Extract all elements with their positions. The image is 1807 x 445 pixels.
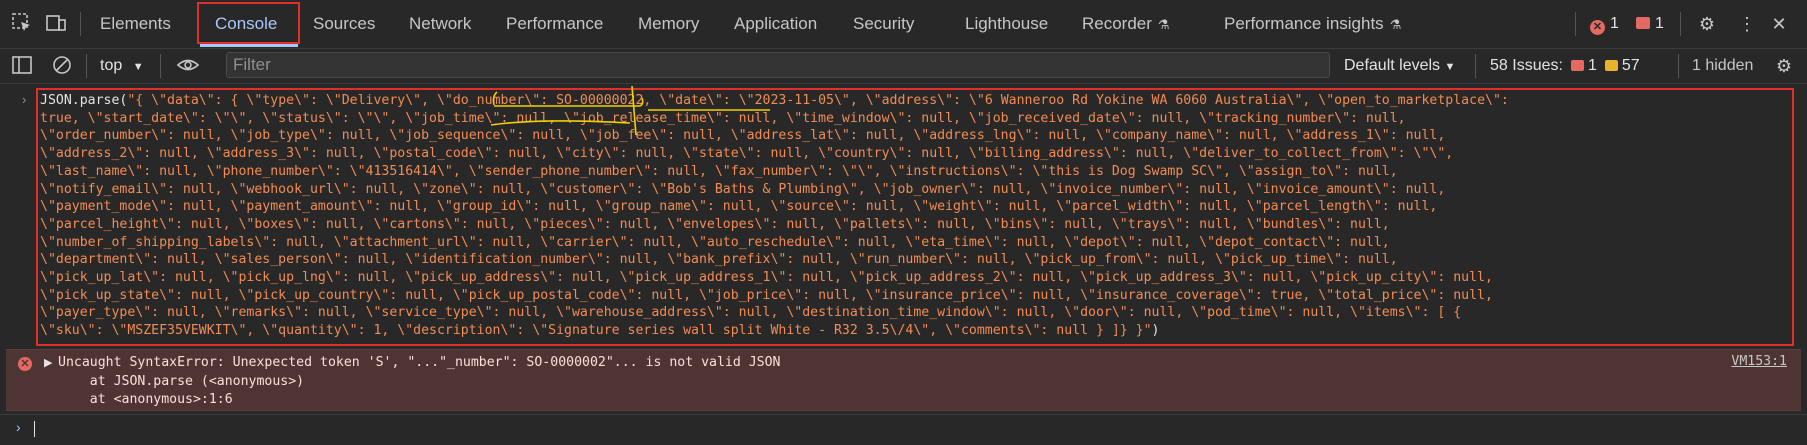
- issues-label: 58 Issues:: [1490, 57, 1563, 74]
- expand-triangle-icon[interactable]: ▶: [44, 356, 52, 369]
- issues-button[interactable]: 58 Issues: 1 57: [1490, 49, 1640, 83]
- console-error-message[interactable]: ✕ ▶ Uncaught SyntaxError: Unexpected tok…: [6, 349, 1801, 411]
- error-icon: ✕: [18, 357, 32, 371]
- issue-warning-icon: [1604, 60, 1618, 71]
- error-source-link[interactable]: VM153:1: [1731, 354, 1787, 369]
- filter-input[interactable]: Filter: [226, 52, 1330, 78]
- tab-application[interactable]: Application: [734, 0, 817, 48]
- tab-sources[interactable]: Sources: [313, 0, 375, 48]
- issue-error-icon: [1570, 60, 1584, 71]
- live-expression-eye-icon[interactable]: [176, 54, 200, 78]
- active-tab-highlight: [197, 2, 300, 44]
- gear-icon[interactable]: ⚙: [1772, 54, 1796, 78]
- context-value: top: [100, 57, 123, 74]
- chevron-down-icon: ▼: [132, 61, 144, 73]
- active-tab-underline: [200, 44, 298, 47]
- chevron-down-icon: ▼: [1444, 61, 1456, 73]
- error-stack-line: at <anonymous>:1:6: [58, 392, 233, 407]
- error-count-badge[interactable]: ✕ 1: [1590, 14, 1619, 35]
- chevron-right-icon: ›: [22, 92, 27, 107]
- tab-lighthouse[interactable]: Lighthouse: [965, 0, 1048, 48]
- clear-console-icon[interactable]: [50, 54, 74, 78]
- device-toolbar-icon[interactable]: [44, 12, 68, 36]
- issue-count-badge[interactable]: 1: [1636, 14, 1664, 34]
- divider: [1678, 54, 1679, 78]
- text-cursor: [34, 421, 35, 437]
- error-text: Uncaught SyntaxError: Unexpected token '…: [58, 354, 781, 410]
- console-input[interactable]: ›: [0, 414, 1807, 443]
- gear-icon[interactable]: ⚙: [1695, 12, 1719, 36]
- log-levels-dropdown[interactable]: Default levels ▼: [1344, 49, 1455, 83]
- tab-performance-insights[interactable]: Performance insights ⚗: [1224, 0, 1401, 48]
- inspect-element-icon[interactable]: [10, 12, 34, 36]
- tab-memory[interactable]: Memory: [638, 0, 699, 48]
- error-stack-line: at JSON.parse (<anonymous>): [58, 373, 305, 389]
- error-message: Uncaught SyntaxError: Unexpected token '…: [58, 355, 781, 370]
- console-panel: › JSON.parse("{ \"data\": { \"type\": \"…: [0, 84, 1807, 445]
- divider: [86, 54, 87, 78]
- issue-icon: [1636, 17, 1650, 29]
- tab-security[interactable]: Security: [853, 0, 914, 48]
- issues-red-count: 1: [1587, 57, 1597, 74]
- divider: [80, 12, 81, 36]
- issue-count: 1: [1655, 15, 1664, 32]
- more-options-icon[interactable]: ⋮: [1735, 12, 1759, 36]
- command-highlight-box: [36, 88, 1794, 346]
- divider: [1575, 12, 1576, 36]
- tab-performance[interactable]: Performance: [506, 0, 603, 48]
- divider: [160, 54, 161, 78]
- tab-elements[interactable]: Elements: [100, 0, 171, 48]
- prompt-chevron-icon: ›: [16, 419, 21, 435]
- tab-recorder[interactable]: Recorder ⚗: [1082, 0, 1170, 48]
- issues-yellow-count: 57: [1621, 57, 1640, 74]
- flask-icon: ⚗: [1389, 17, 1402, 32]
- log-levels-label: Default levels: [1344, 57, 1441, 74]
- sidebar-toggle-icon[interactable]: [10, 54, 34, 78]
- divider: [1680, 12, 1681, 36]
- flask-icon: ⚗: [1157, 17, 1170, 32]
- error-icon: ✕: [1590, 20, 1605, 35]
- tab-performance-insights-label: Performance insights: [1224, 14, 1384, 33]
- divider: [1475, 54, 1476, 78]
- tab-network[interactable]: Network: [409, 0, 471, 48]
- console-toolbar: top ▼ Filter Default levels ▼ 58 Issues:…: [0, 49, 1807, 84]
- tab-recorder-label: Recorder: [1082, 14, 1152, 33]
- devtools-tabbar: Elements Console Sources Network Perform…: [0, 0, 1807, 49]
- error-count: 1: [1610, 15, 1619, 32]
- hidden-count: 1 hidden: [1692, 57, 1754, 74]
- context-selector[interactable]: top ▼: [100, 49, 144, 83]
- close-icon[interactable]: ✕: [1767, 12, 1791, 36]
